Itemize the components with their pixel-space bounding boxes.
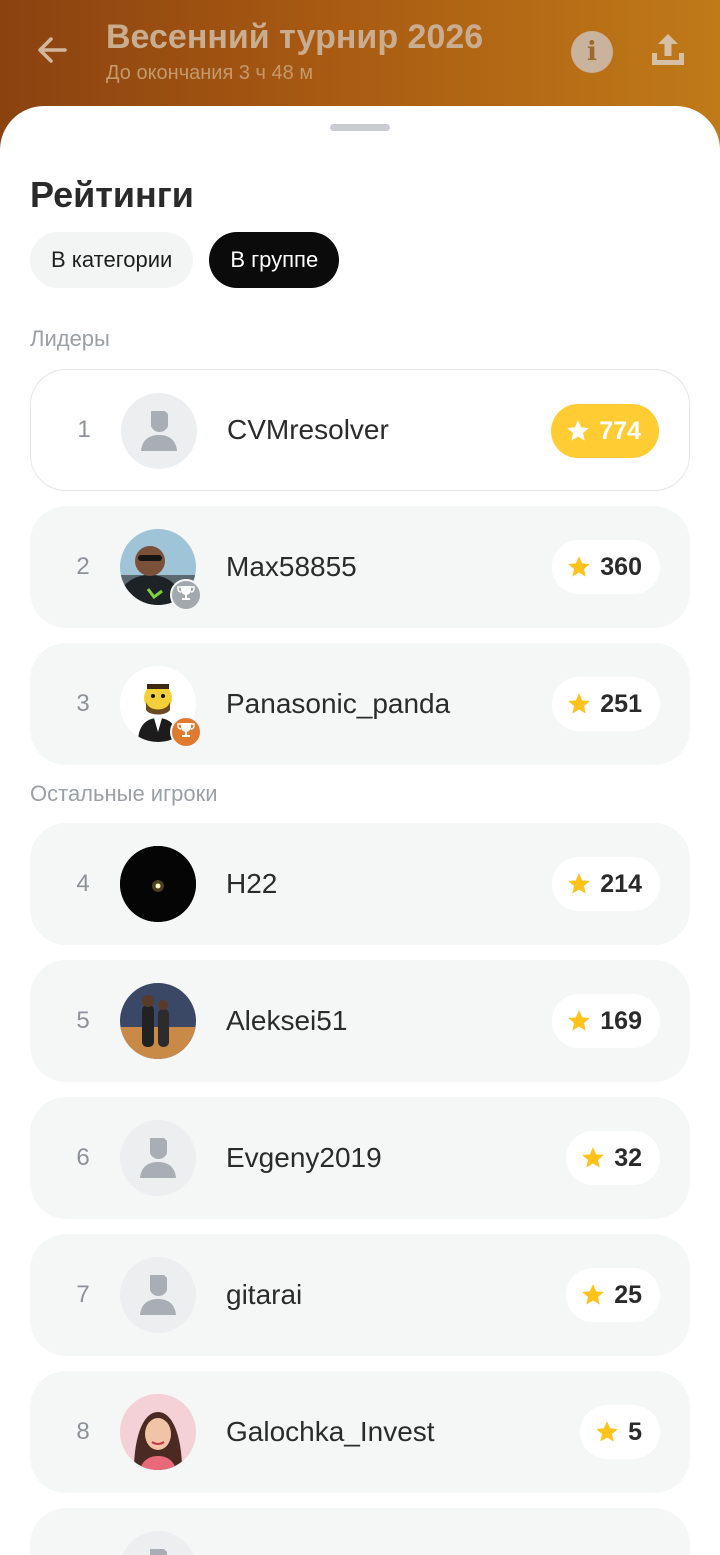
player-name: CVMresolver (227, 414, 389, 445)
sheet-title: Рейтинги (30, 174, 194, 215)
rating-tabs: В категории В группе (30, 232, 340, 288)
score-badge: 360 (552, 540, 660, 594)
trophy-icon (177, 584, 195, 607)
silver-medal-badge (170, 579, 202, 611)
leaders-label: Лидеры (30, 326, 110, 351)
ratings-sheet: Рейтинги В категории В группе Лидеры 1 C… (0, 106, 720, 1555)
player-row[interactable]: 5 Aleksei51 169 (30, 960, 690, 1082)
star-icon (580, 1145, 606, 1171)
page-subtitle: До окончания 3 ч 48 м (106, 62, 314, 84)
player-rank: 8 (76, 1418, 90, 1445)
arrow-left-icon (35, 33, 69, 72)
info-button[interactable]: i (571, 31, 613, 73)
star-icon (566, 691, 592, 717)
back-button[interactable] (30, 30, 74, 74)
avatar (120, 1531, 196, 1555)
player-name: Galochka_Invest (226, 1416, 435, 1447)
player-rank: 4 (76, 870, 90, 897)
trophy-icon (177, 721, 195, 744)
player-name: Evgeny2019 (226, 1142, 382, 1173)
score-value: 774 (599, 416, 641, 445)
avatar (120, 846, 196, 922)
avatar (120, 983, 196, 1059)
sheet-grabber[interactable] (330, 124, 390, 131)
score-badge: 169 (552, 994, 660, 1048)
player-row[interactable]: 7 gitarai 25 (30, 1234, 690, 1356)
score-value: 5 (628, 1417, 642, 1446)
user-placeholder-icon (138, 1547, 178, 1555)
star-icon (566, 1008, 592, 1034)
avatar (120, 1257, 196, 1333)
player-row[interactable]: 8 Galochka_Invest 5 (30, 1371, 690, 1493)
avatar (121, 393, 197, 469)
star-icon (566, 554, 592, 580)
player-rank: 7 (76, 1281, 90, 1308)
user-placeholder-icon (138, 1273, 178, 1317)
user-placeholder-icon (139, 409, 179, 453)
share-button[interactable] (644, 28, 692, 76)
player-name: Aleksei51 (226, 1005, 348, 1036)
player-row[interactable]: 3 Panasonic_panda 251 (30, 643, 690, 765)
player-rank: 1 (77, 416, 91, 443)
tab-group[interactable]: В группе (209, 232, 340, 288)
info-icon: i (587, 37, 597, 67)
score-badge: 5 (580, 1405, 660, 1459)
star-icon (566, 871, 592, 897)
score-badge: 214 (552, 857, 660, 911)
player-rank: 6 (76, 1144, 90, 1171)
player-name: Panasonic_panda (226, 688, 451, 719)
player-row[interactable] (30, 1508, 690, 1555)
avatar (120, 1120, 196, 1196)
player-row[interactable]: 2 Max58855 360 (30, 506, 690, 628)
star-icon (594, 1419, 620, 1445)
player-name: Max58855 (226, 551, 357, 582)
score-value: 169 (600, 1006, 642, 1035)
user-placeholder-icon (138, 1136, 178, 1180)
score-badge: 25 (566, 1268, 660, 1322)
player-row[interactable]: 6 Evgeny2019 32 (30, 1097, 690, 1219)
tab-category[interactable]: В категории (30, 232, 194, 288)
player-name: H22 (226, 868, 278, 899)
score-badge: 32 (566, 1131, 660, 1185)
bronze-medal-badge (170, 716, 202, 748)
score-badge: 251 (552, 677, 660, 731)
avatar (120, 1394, 196, 1470)
share-upload-icon (647, 29, 689, 76)
page-title: Весенний турнир 2026 (106, 18, 484, 56)
player-rank: 3 (76, 690, 90, 717)
score-value: 214 (600, 869, 642, 898)
star-icon (565, 418, 591, 444)
others-label: Остальные игроки (30, 781, 218, 806)
player-row[interactable]: 1 CVMresolver 774 (30, 369, 690, 491)
player-row[interactable]: 4 H22 214 (30, 823, 690, 945)
score-value: 360 (600, 552, 642, 581)
score-value: 25 (614, 1280, 642, 1309)
star-icon (580, 1282, 606, 1308)
player-name: gitarai (226, 1279, 303, 1310)
player-rank: 2 (76, 553, 90, 580)
player-rank: 5 (76, 1007, 90, 1034)
score-badge: 774 (551, 404, 659, 458)
score-value: 251 (600, 689, 642, 718)
score-value: 32 (614, 1143, 642, 1172)
